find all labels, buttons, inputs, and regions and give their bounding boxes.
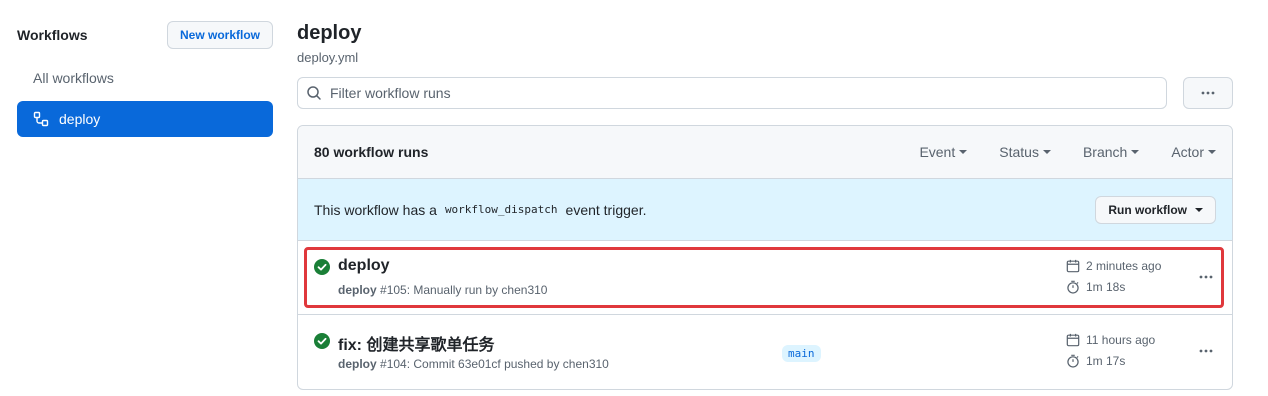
kebab-horizontal-icon xyxy=(1201,91,1215,95)
run-meta-text: #104: Commit 63e01cf pushed by chen310 xyxy=(380,357,609,371)
workflow-menu-button[interactable] xyxy=(1183,77,1233,109)
branch-filter[interactable]: Branch xyxy=(1082,144,1140,160)
search-row xyxy=(297,77,1233,109)
stopwatch-icon xyxy=(1067,354,1079,368)
check-circle-icon xyxy=(314,333,330,349)
filter-label: Actor xyxy=(1171,144,1204,160)
sidebar-item-label: deploy xyxy=(59,111,101,127)
dispatch-text-after: event trigger. xyxy=(565,201,647,218)
dispatch-banner: This workflow has a workflow_dispatch ev… xyxy=(298,179,1232,241)
chevron-down-icon xyxy=(1208,150,1216,154)
page-title: deploy xyxy=(297,22,362,44)
calendar-icon xyxy=(1066,259,1080,273)
run-menu-button[interactable] xyxy=(1194,265,1218,289)
dispatch-trigger-code: workflow_dispatch xyxy=(444,203,558,216)
branch-label[interactable]: main xyxy=(782,345,821,362)
sidebar-item-all-workflows[interactable]: All workflows xyxy=(17,60,273,96)
chevron-down-icon xyxy=(959,150,968,154)
run-time: 2 minutes ago xyxy=(1066,259,1161,273)
filter-search-box[interactable] xyxy=(297,77,1167,109)
runs-header: 80 workflow runs Event Status Branch Act… xyxy=(298,126,1232,179)
run-workflow-button[interactable]: Run workflow xyxy=(1095,195,1216,224)
new-workflow-button[interactable]: New workflow xyxy=(166,21,273,49)
run-menu-button[interactable] xyxy=(1194,339,1218,363)
kebab-horizontal-icon xyxy=(1199,349,1213,353)
main-content: deploy deploy.yml 80 workflow runs Event… xyxy=(297,20,1233,390)
sidebar-title: Workflows xyxy=(17,27,88,43)
run-title-link[interactable]: deploy xyxy=(338,257,390,275)
calendar-icon xyxy=(1066,333,1080,347)
run-duration-text: 1m 18s xyxy=(1086,280,1126,294)
status-filter[interactable]: Status xyxy=(999,144,1051,160)
search-icon xyxy=(307,86,321,100)
run-duration-text: 1m 17s xyxy=(1086,354,1126,368)
table-row[interactable]: deploy deploy #105: Manually run by chen… xyxy=(298,241,1232,315)
run-duration: 1m 17s xyxy=(1066,354,1125,368)
run-time: 11 hours ago xyxy=(1066,333,1155,347)
filter-runs-input[interactable] xyxy=(330,85,1166,101)
workflow-file-name: deploy.yml xyxy=(297,50,359,65)
chevron-down-icon xyxy=(1042,150,1051,154)
run-meta: deploy #104: Commit 63e01cf pushed by ch… xyxy=(338,357,609,371)
run-workflow-label: Run workflow xyxy=(1108,202,1187,217)
run-time-text: 11 hours ago xyxy=(1086,333,1156,347)
chevron-down-icon xyxy=(1131,150,1140,154)
check-circle-icon xyxy=(314,259,330,275)
kebab-horizontal-icon xyxy=(1199,275,1213,279)
filter-label: Branch xyxy=(1082,144,1128,160)
run-workflow-name: deploy xyxy=(338,283,377,297)
dispatch-text-before: This workflow has a xyxy=(314,201,437,218)
table-row[interactable]: fix: 创建共享歌单任务 deploy #104: Commit 63e01c… xyxy=(298,315,1232,389)
run-time-text: 2 minutes ago xyxy=(1086,259,1162,273)
actor-filter[interactable]: Actor xyxy=(1171,144,1216,160)
run-workflow-name: deploy xyxy=(338,357,377,371)
sidebar: Workflows New workflow All workflows dep… xyxy=(17,20,273,137)
run-duration: 1m 18s xyxy=(1066,280,1125,294)
workflow-runs-box: 80 workflow runs Event Status Branch Act… xyxy=(297,125,1233,390)
sidebar-item-deploy[interactable]: deploy xyxy=(17,101,273,137)
run-meta: deploy #105: Manually run by chen310 xyxy=(338,283,547,297)
run-title-link[interactable]: fix: 创建共享歌单任务 xyxy=(338,331,494,355)
sidebar-header: Workflows New workflow xyxy=(17,20,273,50)
dispatch-message: This workflow has a workflow_dispatch ev… xyxy=(314,201,1095,218)
event-filter[interactable]: Event xyxy=(919,144,968,160)
sidebar-item-label: All workflows xyxy=(33,70,114,86)
filter-label: Event xyxy=(919,144,956,160)
chevron-down-icon xyxy=(1195,207,1203,212)
runs-count: 80 workflow runs xyxy=(314,144,429,160)
filter-label: Status xyxy=(999,144,1039,160)
stopwatch-icon xyxy=(1067,280,1079,294)
run-meta-text: #105: Manually run by chen310 xyxy=(380,283,548,297)
workflow-icon xyxy=(33,111,49,127)
